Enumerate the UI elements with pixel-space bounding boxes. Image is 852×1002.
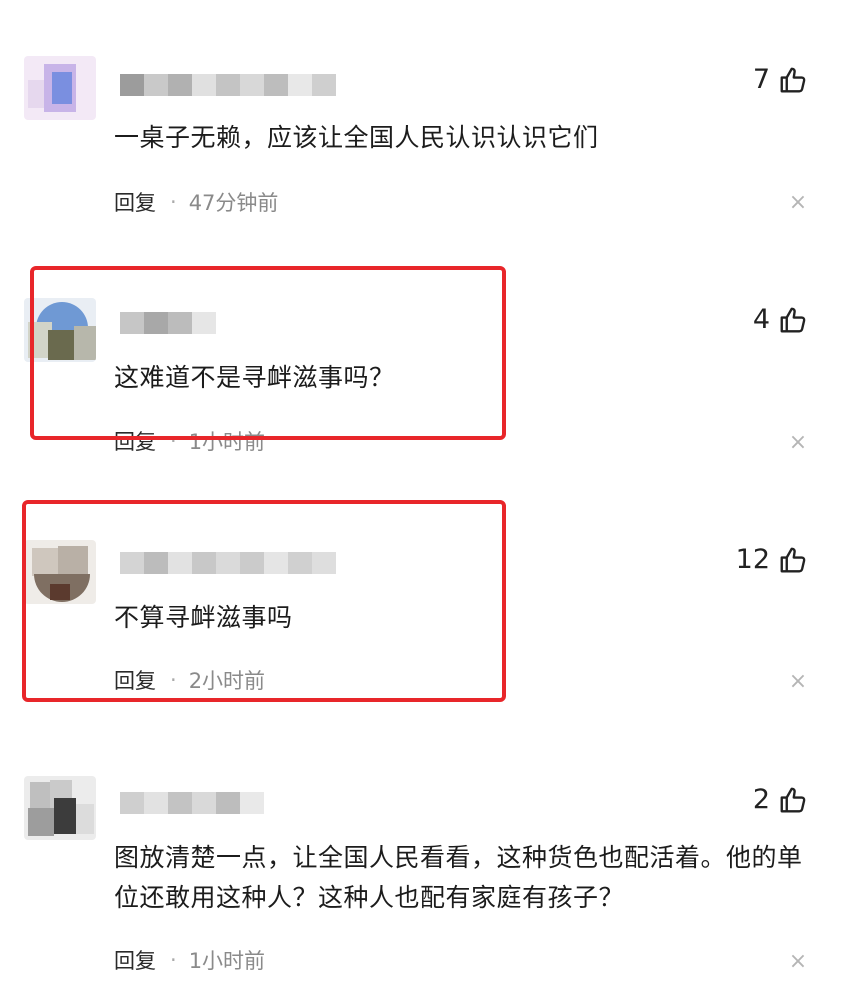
thumbs-up-icon xyxy=(780,787,806,812)
comment-meta: 回复 · 1小时前 xyxy=(114,945,265,975)
avatar[interactable] xyxy=(24,776,96,840)
reply-button[interactable]: 回复 xyxy=(114,945,156,975)
username-blurred[interactable] xyxy=(120,792,264,814)
separator-dot: · xyxy=(170,948,177,972)
comment-text: 图放清楚一点，让全国人民看看，这种货色也配活着。他的单位还敢用这种人？这种人也配… xyxy=(114,843,803,912)
comment-item: 2 图放清楚一点，让全国人民看看，这种货色也配活着。他的单位还敢用这种人？这种人… xyxy=(0,0,852,1002)
like-count: 2 xyxy=(752,784,770,815)
like-button[interactable]: 2 xyxy=(753,784,808,815)
timestamp: 1小时前 xyxy=(188,949,266,973)
close-icon[interactable]: × xyxy=(788,949,808,974)
